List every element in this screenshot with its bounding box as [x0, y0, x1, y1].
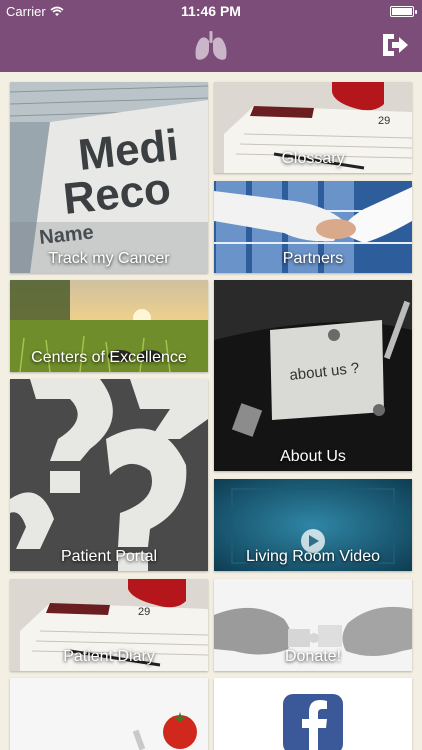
facebook-icon [214, 678, 412, 750]
about-us-sign-image: about us ? [214, 280, 412, 471]
living-room-video-tile[interactable]: Living Room Video [214, 479, 412, 571]
svg-text:29: 29 [138, 606, 150, 618]
donate-label: Donate! [284, 648, 342, 665]
status-bar: Carrier 11:46 PM [0, 0, 422, 22]
about-us-label: About Us [280, 448, 346, 465]
glossary-label: Glossary [281, 150, 345, 167]
partners-label: Partners [282, 250, 344, 267]
glossary-tile[interactable]: 29 Glossary [214, 82, 412, 173]
partners-tile[interactable]: Partners [214, 181, 412, 273]
svg-text:29: 29 [378, 115, 390, 127]
status-time: 11:46 PM [181, 3, 241, 19]
patient-portal-label: Patient Portal [60, 548, 158, 565]
about-us-tile[interactable]: about us ? About Us [214, 280, 412, 471]
battery-icon [390, 6, 417, 17]
navigation-bar [0, 22, 422, 72]
living-room-video-label: Living Room Video [245, 548, 380, 565]
track-my-cancer-tile[interactable]: Medi Reco Name Track my Cancer [10, 82, 208, 273]
tomato-image [10, 678, 208, 750]
lungs-icon [195, 31, 227, 60]
question-marks-image [10, 379, 208, 571]
facebook-tile[interactable] [214, 678, 412, 750]
patient-diary-label: Patient Diary [63, 648, 155, 665]
track-my-cancer-label: Track my Cancer [48, 250, 170, 267]
patient-diary-tile[interactable]: 29 Patient Diary [10, 579, 208, 671]
medical-record-image: Medi Reco Name [10, 82, 208, 273]
donate-tile[interactable]: Donate! [214, 579, 412, 671]
logout-arrow-icon[interactable] [380, 31, 410, 59]
patient-portal-tile[interactable]: Patient Portal [10, 379, 208, 571]
centers-of-excellence-tile[interactable]: Centers of Excellence [10, 280, 208, 372]
nutrition-tile[interactable] [10, 678, 208, 750]
centers-of-excellence-label: Centers of Excellence [31, 349, 187, 366]
